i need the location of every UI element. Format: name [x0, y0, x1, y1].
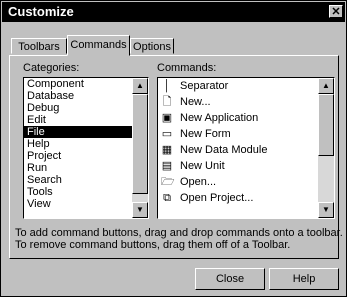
- category-item[interactable]: Edit: [24, 114, 132, 126]
- scroll-down-icon[interactable]: ▼: [132, 202, 148, 218]
- new-document-icon: 🗋: [162, 96, 172, 108]
- categories-list[interactable]: Component Database Debug Edit File Help Projec…: [23, 77, 149, 219]
- separator-icon: │: [163, 80, 171, 92]
- category-item[interactable]: Tools: [24, 186, 132, 198]
- open-folder-icon: 🗁: [161, 176, 175, 188]
- scroll-thumb[interactable]: [318, 94, 334, 156]
- category-item[interactable]: View: [24, 198, 132, 210]
- new-data-module-icon: ▦: [161, 144, 173, 156]
- command-label: New...: [180, 96, 211, 108]
- scroll-thumb[interactable]: [132, 94, 148, 194]
- command-item[interactable]: ⧉ Open Project...: [158, 190, 318, 206]
- commands-list[interactable]: │ Separator 🗋 New... ▣ New Application ▭ New Fo…: [157, 77, 335, 219]
- help-button[interactable]: Help: [269, 268, 339, 290]
- commands-label: Commands:: [157, 62, 217, 74]
- command-label: Separator: [180, 80, 229, 92]
- command-item[interactable]: ▭ New Form: [158, 126, 318, 142]
- new-application-icon: ▣: [161, 112, 173, 124]
- instruction-line-1: To add command buttons, drag and drop co…: [15, 227, 343, 239]
- command-item[interactable]: ▤ New Unit: [158, 158, 318, 174]
- command-label: New Unit: [180, 160, 225, 172]
- category-item[interactable]: Component: [24, 78, 132, 90]
- close-icon[interactable]: ✕: [329, 5, 343, 18]
- open-project-icon: ⧉: [163, 192, 171, 204]
- tab-commands[interactable]: Commands: [67, 35, 130, 56]
- instruction-line-2: To remove command buttons, drag them off…: [15, 239, 291, 251]
- tab-toolbars-label: Toolbars: [18, 41, 60, 53]
- category-item[interactable]: Search: [24, 174, 132, 186]
- scroll-down-icon[interactable]: ▼: [318, 202, 334, 218]
- tab-options-label: Options: [133, 41, 171, 53]
- title-bar[interactable]: Customize ✕: [2, 2, 345, 22]
- category-item[interactable]: Project: [24, 150, 132, 162]
- close-button[interactable]: Close: [195, 268, 265, 290]
- command-item[interactable]: ▣ New Application: [158, 110, 318, 126]
- new-form-icon: ▭: [161, 128, 173, 140]
- commands-list-items: │ Separator 🗋 New... ▣ New Application ▭ New Fo…: [158, 78, 318, 218]
- command-label: New Form: [180, 128, 231, 140]
- command-label: New Data Module: [180, 144, 268, 156]
- command-label: Open Project...: [180, 192, 254, 204]
- tab-options[interactable]: Options: [130, 38, 174, 54]
- customize-dialog: Customize ✕ Toolbars Commands Options Ca…: [0, 0, 347, 297]
- category-item[interactable]: Run: [24, 162, 132, 174]
- categories-list-items: Component Database Debug Edit File Help Projec…: [24, 78, 132, 218]
- command-item[interactable]: 🗋 New...: [158, 94, 318, 110]
- commands-scrollbar[interactable]: ▲ ▼: [318, 78, 334, 218]
- scroll-up-icon[interactable]: ▲: [318, 78, 334, 94]
- tab-toolbars[interactable]: Toolbars: [11, 38, 67, 54]
- instruction-text: To add command buttons, drag and drop co…: [15, 227, 343, 251]
- categories-label: Categories:: [23, 62, 80, 74]
- command-item[interactable]: ▦ New Data Module: [158, 142, 318, 158]
- scroll-up-icon[interactable]: ▲: [132, 78, 148, 94]
- window-title: Customize: [8, 4, 74, 19]
- tab-commands-label: Commands: [70, 39, 127, 51]
- category-item[interactable]: Help: [24, 138, 132, 150]
- command-label: New Application: [180, 112, 259, 124]
- command-label: Open...: [180, 176, 217, 188]
- new-unit-icon: ▤: [161, 160, 173, 172]
- command-item[interactable]: 🗁 Open...: [158, 174, 318, 190]
- categories-scrollbar[interactable]: ▲ ▼: [132, 78, 148, 218]
- command-item[interactable]: │ Separator: [158, 78, 318, 94]
- category-item[interactable]: Debug: [24, 102, 132, 114]
- category-item[interactable]: File: [24, 126, 132, 138]
- category-item[interactable]: Database: [24, 90, 132, 102]
